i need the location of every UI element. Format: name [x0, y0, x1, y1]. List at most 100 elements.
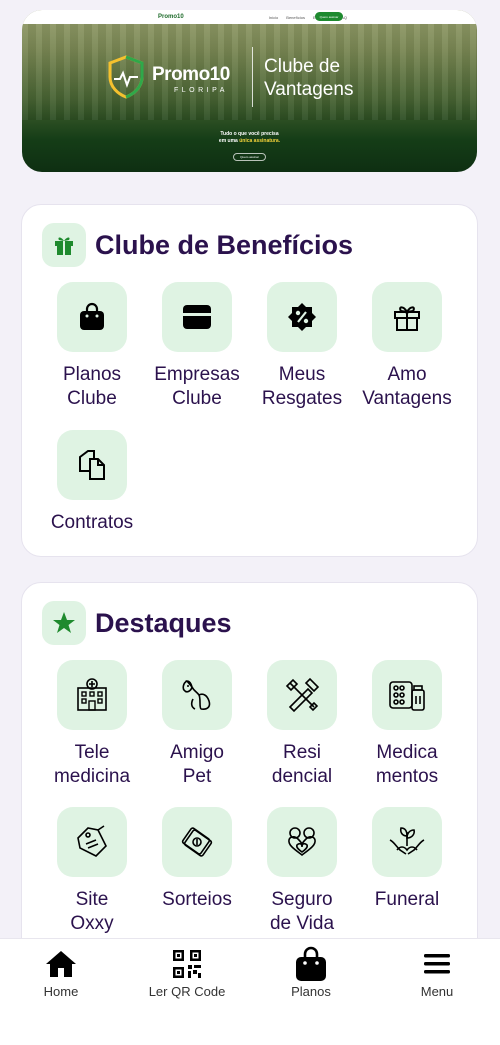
destaques-header: Destaques — [42, 601, 232, 645]
tab-qr-label: Ler QR Code — [148, 984, 226, 999]
beneficios-header: Clube de Benefícios — [42, 223, 353, 267]
tab-home-label: Home — [43, 984, 79, 999]
tab-planos[interactable]: Planos — [251, 946, 371, 999]
tools-icon — [267, 660, 337, 730]
city-background — [22, 10, 477, 120]
tile-label-line: Amigo — [170, 742, 224, 763]
shopping-bag-icon — [251, 946, 371, 981]
tile-label: Medica mentos — [352, 741, 462, 789]
plant-hands-icon — [372, 807, 442, 877]
tile-label: Planos Clube — [37, 363, 147, 411]
tile-label: Amo Vantagens — [352, 363, 462, 411]
tile-label-line: Clube — [172, 388, 222, 409]
tile-label-line: Clube — [67, 388, 117, 409]
tile-label-line: Oxxy — [70, 913, 114, 934]
tagline-highlight: única assinatura. — [239, 138, 281, 144]
tile-medicamentos[interactable]: Medica mentos — [352, 660, 462, 789]
tile-amigo-pet[interactable]: Amigo Pet — [142, 660, 252, 789]
tile-contratos[interactable]: Contratos — [37, 430, 147, 535]
tile-label: Funeral — [352, 888, 462, 912]
banner-tagline: Tudo o que você precisa em uma única ass… — [22, 131, 477, 163]
tagline-prefix: em uma — [218, 138, 238, 144]
brand-wordmark: Promo10 — [152, 64, 230, 85]
tagline-line-b: em uma única assinatura. — [22, 138, 477, 145]
tile-label: Empresas Clube — [142, 363, 252, 411]
tile-label-line: dencial — [271, 766, 333, 787]
tile-planos-clube[interactable]: Planos Clube — [37, 282, 147, 411]
tile-label: Amigo Pet — [142, 741, 252, 789]
banner-pill-button: Quero assinar — [233, 153, 266, 161]
tile-funeral[interactable]: Funeral — [352, 807, 462, 912]
shopping-bag-icon — [57, 282, 127, 352]
tile-label-line: Contratos — [50, 512, 134, 533]
storefront-icon — [162, 282, 232, 352]
pills-icon — [372, 660, 442, 730]
tile-meus-resgates[interactable]: Meus Resgates — [247, 282, 357, 411]
discount-badge-icon — [267, 282, 337, 352]
money-icon — [162, 807, 232, 877]
tile-label: Tele medicina — [37, 741, 147, 789]
qr-code-icon — [127, 947, 247, 981]
gift-icon — [372, 282, 442, 352]
tab-home[interactable]: Home — [1, 947, 121, 999]
tagline-line-a: Tudo o que você precisa — [220, 131, 279, 137]
tab-menu[interactable]: Menu — [377, 947, 497, 999]
beneficios-title: Clube de Benefícios — [95, 229, 354, 260]
tab-menu-label: Menu — [420, 984, 454, 999]
tile-label-line: Pet — [182, 766, 212, 787]
club-title-line: Clube de — [264, 56, 341, 77]
heart-hands-icon — [267, 807, 337, 877]
tile-label: Site Oxxy — [37, 888, 147, 936]
star-icon — [42, 601, 86, 645]
beneficios-card: Clube de Benefícios Planos Clube Empresas… — [21, 204, 478, 557]
tile-label-line: mentos — [375, 766, 439, 787]
tile-empresas-clube[interactable]: Empresas Clube — [142, 282, 252, 411]
mini-nav-item: Benefícios — [286, 14, 305, 20]
tile-amo-vantagens[interactable]: Amo Vantagens — [352, 282, 462, 411]
tile-label-line: Tele — [74, 742, 110, 763]
tile-label-line: medicina — [53, 766, 131, 787]
hamburger-menu-icon — [377, 947, 497, 981]
tile-label: Contratos — [37, 511, 147, 535]
tile-label-line: Seguro — [271, 889, 333, 910]
tab-ler-qr-code[interactable]: Ler QR Code — [127, 947, 247, 999]
tile-label-line: Meus — [278, 364, 326, 385]
tile-seguro-de-vida[interactable]: Seguro de Vida — [247, 807, 357, 936]
tile-label-line: Resi — [282, 742, 321, 763]
tile-label-line: Site — [75, 889, 109, 910]
banner-mini-button: Quero assinar — [315, 12, 343, 21]
banner-site-header: Promo10 Início Benefícios Empresas FAQ Q… — [22, 10, 477, 24]
tile-label: Meus Resgates — [247, 363, 357, 411]
shield-logo-icon — [108, 55, 144, 99]
bottom-tab-bar: Home Ler QR Code Planos Menu — [0, 938, 500, 1045]
tile-site-oxxy[interactable]: Site Oxxy — [37, 807, 147, 936]
tile-label-line: Funeral — [374, 889, 440, 910]
tile-label-line: Empresas — [154, 364, 240, 385]
tile-label-line: de Vida — [269, 913, 335, 934]
tile-label: Resi dencial — [247, 741, 357, 789]
tile-label: Sorteios — [142, 888, 252, 912]
hospital-icon — [57, 660, 127, 730]
tile-label-line: Amo — [387, 364, 427, 385]
brand-subtitle: FLORIPA — [174, 87, 228, 94]
tab-planos-label: Planos — [291, 984, 331, 999]
tile-label-line: Planos — [62, 364, 122, 385]
tile-label-line: Sorteios — [162, 889, 232, 910]
documents-icon — [57, 430, 127, 500]
promo-banner[interactable]: Promo10 Início Benefícios Empresas FAQ Q… — [22, 10, 477, 172]
destaques-card: Destaques Tele medicina Amigo Pet Resi denc… — [21, 582, 478, 962]
tile-label: Seguro de Vida — [247, 888, 357, 936]
gift-icon — [42, 223, 86, 267]
tile-label-line: Vantagens — [362, 388, 452, 409]
club-title: Clube de Vantagens — [264, 55, 353, 101]
tile-telemedicina[interactable]: Tele medicina — [37, 660, 147, 789]
tile-residencial[interactable]: Resi dencial — [247, 660, 357, 789]
club-title-line: Vantagens — [264, 79, 354, 100]
home-icon — [1, 947, 121, 981]
tile-label-line: Resgates — [261, 388, 343, 409]
banner-mini-logo: Promo10 — [158, 14, 184, 20]
tile-sorteios[interactable]: Sorteios — [142, 807, 252, 912]
logo-divider — [252, 47, 253, 107]
pet-icon — [162, 660, 232, 730]
destaques-title: Destaques — [95, 607, 232, 638]
